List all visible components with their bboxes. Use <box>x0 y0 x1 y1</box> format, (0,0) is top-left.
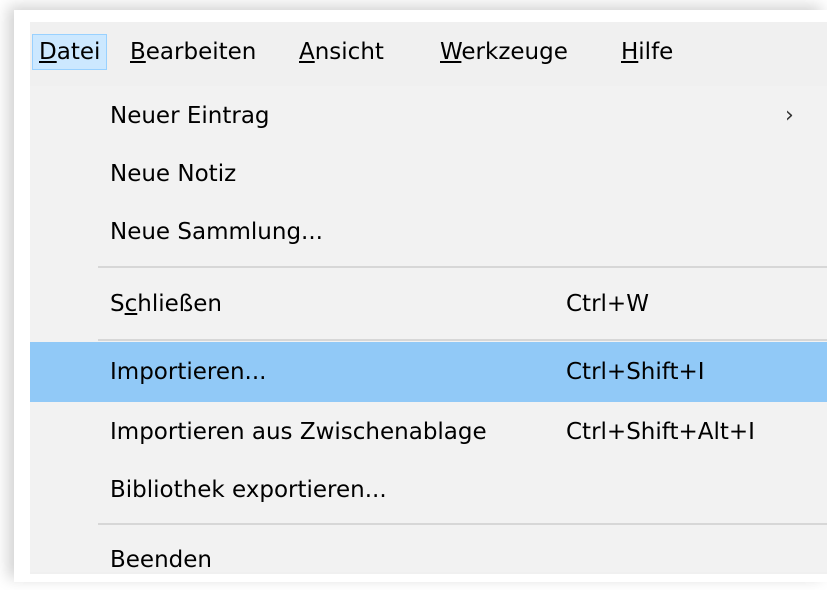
menu-datei[interactable]: Datei <box>32 34 108 70</box>
menu-item-importieren[interactable]: Importieren... Ctrl+Shift+I <box>30 342 827 402</box>
menu-item-neue-sammlung[interactable]: Neue Sammlung... <box>30 202 827 262</box>
menu-item-beenden[interactable]: Beenden <box>30 530 827 590</box>
menu-item-shortcut: Ctrl+Shift+Alt+I <box>566 419 755 445</box>
menu-item-label: Importieren aus Zwischenablage <box>110 419 487 445</box>
menu-item-shortcut: Ctrl+Shift+I <box>566 359 705 385</box>
menu-item-label: Beenden <box>110 547 212 573</box>
menu-item-schliessen[interactable]: Schließen Ctrl+W <box>30 274 827 334</box>
menu-item-label: Neuer Eintrag <box>110 103 270 129</box>
application-window: Datei Bearbeiten Ansicht Werkzeuge Hilfe… <box>30 22 827 574</box>
menu-item-label: Schließen <box>110 291 222 317</box>
menu-item-label: Importieren... <box>110 359 267 385</box>
chevron-right-icon: › <box>785 103 794 128</box>
menu-ansicht[interactable]: Ansicht <box>293 34 390 70</box>
menu-item-label: Neue Notiz <box>110 161 237 187</box>
menu-bearbeiten[interactable]: Bearbeiten <box>124 34 262 70</box>
menu-separator <box>98 523 827 525</box>
menu-item-label: Neue Sammlung... <box>110 219 323 245</box>
menu-item-neuer-eintrag[interactable]: Neuer Eintrag › <box>30 86 827 146</box>
menu-separator <box>98 339 827 341</box>
screenshot-frame: Datei Bearbeiten Ansicht Werkzeuge Hilfe… <box>0 0 827 582</box>
menu-item-shortcut: Ctrl+W <box>566 291 649 317</box>
menu-item-bibliothek-exportieren[interactable]: Bibliothek exportieren... <box>30 460 827 520</box>
menu-werkzeuge[interactable]: Werkzeuge <box>434 34 574 70</box>
menu-separator <box>98 266 827 268</box>
menu-item-neue-notiz[interactable]: Neue Notiz <box>30 144 827 204</box>
file-dropdown-menu: Neuer Eintrag › Neue Notiz Neue Sammlung… <box>30 86 827 573</box>
menu-item-label: Bibliothek exportieren... <box>110 477 387 503</box>
menu-bar: Datei Bearbeiten Ansicht Werkzeuge Hilfe <box>30 22 827 78</box>
menu-hilfe[interactable]: Hilfe <box>615 34 679 70</box>
menu-item-importieren-zwischenablage[interactable]: Importieren aus Zwischenablage Ctrl+Shif… <box>30 402 827 462</box>
